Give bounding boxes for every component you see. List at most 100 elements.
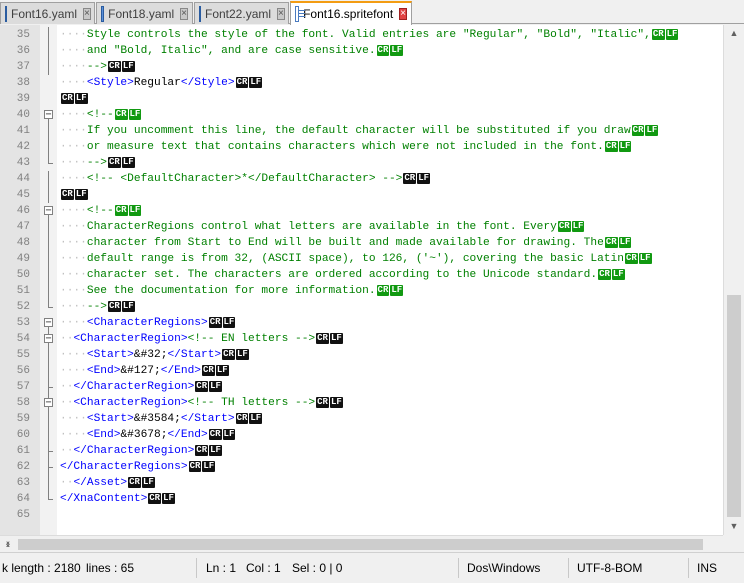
code-line[interactable]: ····<!-- <DefaultCharacter>*</DefaultCha… [60, 171, 431, 187]
code-line[interactable]: CR LF [60, 91, 88, 107]
fold-collapse-icon[interactable]: − [44, 110, 53, 120]
scrollbar-corner [723, 535, 744, 552]
line-number: 55 [16, 349, 30, 361]
status-eol-format[interactable]: Dos\Windows [467, 553, 557, 583]
code-token: --> [86, 61, 108, 73]
code-line[interactable]: ····--> CR LF [60, 155, 135, 171]
code-line[interactable]: ····or measure text that contains charac… [60, 139, 632, 155]
code-line[interactable]: ····<CharacterRegions> CR LF [60, 315, 236, 331]
indent-guide: ···· [60, 413, 87, 425]
code-line[interactable]: </CharacterRegions> CR LF [60, 459, 216, 475]
status-divider [568, 558, 569, 578]
code-line[interactable]: ····character set. The characters are or… [60, 267, 625, 283]
eol-marker: CR [108, 60, 121, 72]
code-token: </Style> [180, 77, 235, 89]
line-number: 52 [16, 301, 30, 313]
scroll-down-arrow-icon[interactable]: ▼ [724, 518, 744, 535]
code-line[interactable]: ····See the documentation for more infor… [60, 283, 404, 299]
line-number: 43 [16, 157, 30, 169]
eol-marker: CR [557, 220, 571, 232]
indent-guide: ···· [60, 269, 87, 281]
scroll-up-arrow-icon[interactable]: ▲ [724, 25, 744, 42]
status-column: Col : 1 [246, 561, 281, 575]
status-insert-mode[interactable]: INS [697, 553, 737, 583]
code-token: <Style> [86, 77, 134, 89]
scroll-right-arrow-icon[interactable]: › [0, 536, 16, 553]
eol-marker: CR [598, 268, 611, 280]
code-token: <!-- [86, 109, 114, 121]
code-line[interactable]: ····character from Start to End will be … [60, 235, 632, 251]
status-encoding[interactable]: UTF-8-BOM [577, 553, 667, 583]
code-line[interactable]: ··</CharacterRegion> CR LF [60, 443, 222, 459]
eol-marker: CR [651, 28, 665, 40]
eol-marker: CR [235, 412, 249, 424]
eol-marker: LF [202, 460, 216, 472]
tab-font16-yaml[interactable]: Font16.yaml × [0, 2, 95, 24]
code-line[interactable]: ····<!-- CR LF [60, 203, 142, 219]
fold-collapse-icon[interactable]: − [44, 206, 53, 216]
line-number: 44 [16, 173, 30, 185]
code-token: <!-- EN letters --> [187, 333, 316, 345]
eol-marker: LF [121, 156, 135, 168]
code-line[interactable]: ····--> CR LF [60, 59, 135, 75]
tab-font16-spritefont[interactable]: Font16.spritefont × [290, 1, 412, 25]
line-number: 53 [16, 317, 30, 329]
fold-collapse-icon[interactable]: − [44, 398, 53, 408]
code-line[interactable]: ··</Asset> CR LF [60, 475, 155, 491]
line-number: 64 [16, 493, 30, 505]
eol-marker: LF [390, 44, 404, 56]
horizontal-scrollbar[interactable]: ‹ › [0, 535, 723, 552]
eol-marker: LF [74, 188, 88, 200]
line-number: 48 [16, 237, 30, 249]
indent-guide: ·· [60, 445, 74, 457]
eol-marker: CR [195, 380, 209, 392]
tab-font22-yaml[interactable]: Font22.yaml × [194, 2, 289, 24]
close-icon[interactable]: × [83, 7, 91, 20]
code-line[interactable]: ····<Start>&#3584;</Start> CR LF [60, 411, 263, 427]
fold-guide-line [48, 343, 49, 387]
code-token: <!-- <DefaultCharacter>*</DefaultCharact… [86, 173, 403, 185]
code-line[interactable]: ····and "Bold, Italic", and are case sen… [60, 43, 404, 59]
code-token: --> [86, 301, 108, 313]
close-icon[interactable]: × [399, 8, 407, 20]
close-icon[interactable]: × [277, 7, 285, 20]
code-token: </Asset> [73, 477, 128, 489]
code-line[interactable]: ····<!-- CR LF [60, 107, 142, 123]
code-line[interactable]: ····CharacterRegions control what letter… [60, 219, 585, 235]
close-icon[interactable]: × [180, 7, 188, 20]
line-number: 62 [16, 461, 30, 473]
eol-marker: LF [417, 172, 431, 184]
eol-marker: LF [121, 60, 135, 72]
eol-marker: LF [121, 300, 135, 312]
code-token: <CharacterRegion> [73, 397, 188, 409]
indent-guide: ···· [60, 157, 87, 169]
editor-area[interactable]: 35 36 37 38 39 40 41 42 43 44 45 46 47 48 49 50 51 52 53 54… [0, 25, 723, 535]
fold-collapse-icon[interactable]: − [44, 318, 53, 328]
code-line[interactable]: ····<Style>Regular</Style> CR LF [60, 75, 263, 91]
horizontal-scroll-thumb[interactable] [18, 539, 703, 550]
fold-margin[interactable]: − − − − − [40, 25, 57, 535]
code-line[interactable]: ····<End>&#127;</End> CR LF [60, 363, 229, 379]
vertical-scroll-thumb[interactable] [727, 295, 741, 517]
code-line[interactable]: ····<End>&#3678;</End> CR LF [60, 427, 236, 443]
indent-guide: ···· [60, 109, 87, 121]
eol-marker: CR [235, 76, 249, 88]
code-line[interactable]: ··<CharacterRegion><!-- EN letters --> CR… [60, 331, 343, 347]
code-line[interactable]: ····Style controls the style of the font… [60, 27, 679, 43]
code-line[interactable]: ····--> CR LF [60, 299, 135, 315]
eol-marker: CR [208, 316, 222, 328]
code-text[interactable]: ····Style controls the style of the font… [57, 25, 723, 535]
code-line[interactable]: ····<Start>&#32;</Start> CR LF [60, 347, 249, 363]
code-line[interactable]: CR LF [60, 187, 88, 203]
code-line[interactable]: ··</CharacterRegion> CR LF [60, 379, 222, 395]
vertical-scrollbar[interactable]: ▲ ▼ [723, 25, 744, 535]
indent-guide: ···· [60, 61, 87, 73]
code-line[interactable]: ····If you uncomment this line, the defa… [60, 123, 659, 139]
eol-marker: CR [604, 140, 618, 152]
code-line[interactable]: ····default range is from 32, (ASCII spa… [60, 251, 652, 267]
fold-collapse-icon[interactable]: − [44, 334, 53, 344]
tab-label: Font22.yaml [205, 6, 272, 21]
tab-font18-yaml[interactable]: Font18.yaml × [96, 2, 193, 24]
code-line[interactable]: </XnaContent> CR LF [60, 491, 175, 507]
code-line[interactable]: ··<CharacterRegion><!-- TH letters --> CR… [60, 395, 343, 411]
